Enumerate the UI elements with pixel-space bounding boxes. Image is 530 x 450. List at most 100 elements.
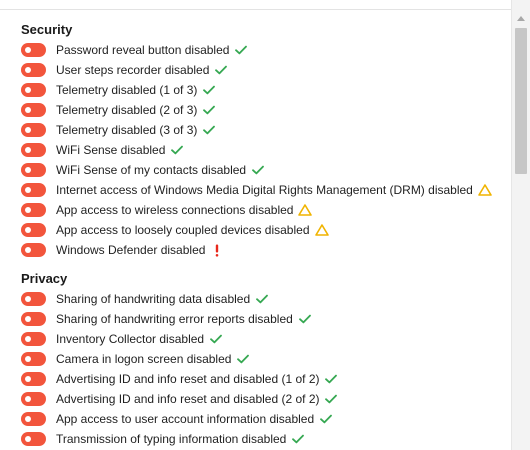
setting-toggle[interactable] <box>21 243 46 257</box>
setting-row: Windows Defender disabled <box>21 240 224 260</box>
vertical-scrollbar[interactable] <box>511 0 530 450</box>
check-icon <box>291 432 305 446</box>
section-title-privacy: Privacy <box>21 271 68 286</box>
check-icon <box>209 332 223 346</box>
toggle-knob <box>25 227 31 233</box>
setting-row: App access to wireless connections disab… <box>21 200 313 220</box>
toggle-knob <box>25 67 31 73</box>
setting-label: App access to user account information d… <box>56 412 315 426</box>
setting-toggle[interactable] <box>21 312 46 326</box>
setting-toggle[interactable] <box>21 43 46 57</box>
scroll-up-arrow-icon[interactable] <box>512 10 530 26</box>
toggle-knob <box>25 47 31 53</box>
setting-label: Inventory Collector disabled <box>56 332 205 346</box>
check-icon <box>202 83 216 97</box>
settings-window: Security Password reveal button disabled U… <box>0 0 530 450</box>
setting-row: App access to user account information d… <box>21 409 333 429</box>
warning-icon <box>478 183 492 197</box>
check-icon <box>251 163 265 177</box>
toggle-knob <box>25 436 31 442</box>
setting-row: Sharing of handwriting data disabled <box>21 289 269 309</box>
setting-row: Internet access of Windows Media Digital… <box>21 180 492 200</box>
settings-list: Security Password reveal button disabled U… <box>0 0 511 450</box>
scroll-thumb[interactable] <box>515 28 527 174</box>
setting-label: Internet access of Windows Media Digital… <box>56 183 473 197</box>
toggle-knob <box>25 316 31 322</box>
setting-label: Telemetry disabled (3 of 3) <box>56 123 198 137</box>
toggle-knob <box>25 336 31 342</box>
setting-label: Advertising ID and info reset and disabl… <box>56 372 320 386</box>
setting-label: WiFi Sense disabled <box>56 143 166 157</box>
setting-toggle[interactable] <box>21 372 46 386</box>
setting-label: Camera in logon screen disabled <box>56 352 232 366</box>
setting-label: Advertising ID and info reset and disabl… <box>56 392 320 406</box>
setting-toggle[interactable] <box>21 432 46 446</box>
setting-toggle[interactable] <box>21 203 46 217</box>
setting-row: Telemetry disabled (1 of 3) <box>21 80 216 100</box>
check-icon <box>324 372 338 386</box>
check-icon <box>319 412 333 426</box>
setting-toggle[interactable] <box>21 352 46 366</box>
toggle-knob <box>25 247 31 253</box>
setting-row: User steps recorder disabled <box>21 60 228 80</box>
setting-toggle[interactable] <box>21 123 46 137</box>
setting-row: App access to loosely coupled devices di… <box>21 220 329 240</box>
check-icon <box>202 103 216 117</box>
toggle-knob <box>25 396 31 402</box>
setting-toggle[interactable] <box>21 183 46 197</box>
setting-label: User steps recorder disabled <box>56 63 210 77</box>
setting-row: Password reveal button disabled <box>21 40 248 60</box>
setting-row: Camera in logon screen disabled <box>21 349 250 369</box>
setting-toggle[interactable] <box>21 143 46 157</box>
check-icon <box>214 63 228 77</box>
check-icon <box>255 292 269 306</box>
setting-label: WiFi Sense of my contacts disabled <box>56 163 247 177</box>
setting-row: Telemetry disabled (3 of 3) <box>21 120 216 140</box>
setting-toggle[interactable] <box>21 412 46 426</box>
setting-row: Telemetry disabled (2 of 3) <box>21 100 216 120</box>
exclamation-icon <box>210 243 224 257</box>
toggle-knob <box>25 87 31 93</box>
setting-row: Advertising ID and info reset and disabl… <box>21 369 338 389</box>
setting-toggle[interactable] <box>21 63 46 77</box>
toggle-knob <box>25 167 31 173</box>
toggle-knob <box>25 416 31 422</box>
setting-label: App access to wireless connections disab… <box>56 203 294 217</box>
setting-label: Transmission of typing information disab… <box>56 432 287 446</box>
warning-icon <box>314 223 329 237</box>
setting-label: Sharing of handwriting error reports dis… <box>56 312 293 326</box>
setting-row: Advertising ID and info reset and disabl… <box>21 389 338 409</box>
toggle-knob <box>25 127 31 133</box>
warning-icon <box>298 203 313 217</box>
setting-toggle[interactable] <box>21 103 46 117</box>
check-icon <box>324 392 338 406</box>
setting-toggle[interactable] <box>21 163 46 177</box>
top-divider <box>0 9 512 10</box>
setting-row: Transmission of typing information disab… <box>21 429 305 449</box>
setting-toggle[interactable] <box>21 392 46 406</box>
toggle-knob <box>25 207 31 213</box>
setting-label: Password reveal button disabled <box>56 43 230 57</box>
setting-row: Sharing of handwriting error reports dis… <box>21 309 312 329</box>
check-icon <box>298 312 312 326</box>
check-icon <box>236 352 250 366</box>
setting-label: Telemetry disabled (1 of 3) <box>56 83 198 97</box>
section-title-security: Security <box>21 22 73 37</box>
setting-label: Windows Defender disabled <box>56 243 206 257</box>
toggle-knob <box>25 107 31 113</box>
check-icon <box>170 143 184 157</box>
check-icon <box>202 123 216 137</box>
setting-toggle[interactable] <box>21 332 46 346</box>
toggle-knob <box>25 187 31 193</box>
setting-toggle[interactable] <box>21 83 46 97</box>
toggle-knob <box>25 296 31 302</box>
check-icon <box>234 43 248 57</box>
toggle-knob <box>25 147 31 153</box>
setting-label: Sharing of handwriting data disabled <box>56 292 251 306</box>
setting-label: App access to loosely coupled devices di… <box>56 223 310 237</box>
toggle-knob <box>25 376 31 382</box>
setting-row: WiFi Sense of my contacts disabled <box>21 160 265 180</box>
setting-toggle[interactable] <box>21 223 46 237</box>
setting-toggle[interactable] <box>21 292 46 306</box>
setting-label: Telemetry disabled (2 of 3) <box>56 103 198 117</box>
